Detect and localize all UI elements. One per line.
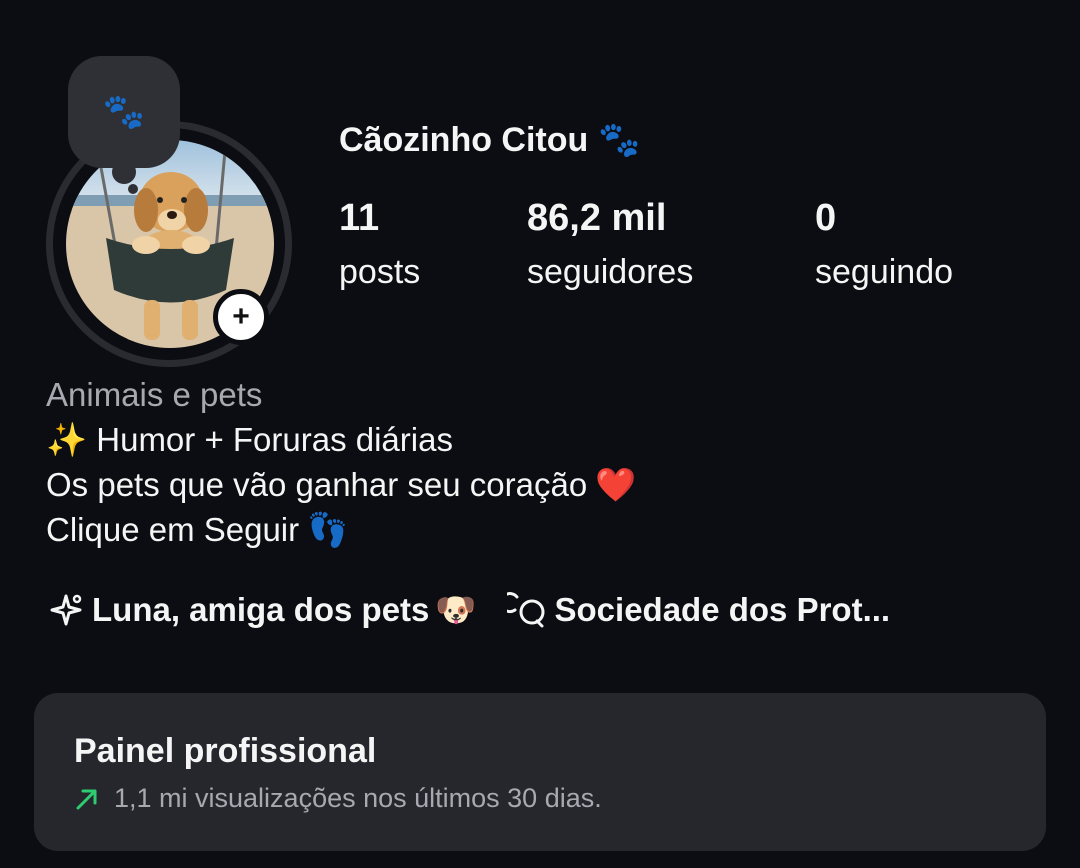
bio-line-2: Os pets que vão ganhar seu coração ❤️ — [46, 462, 636, 507]
dashboard-subtitle: 1,1 mi visualizações nos últimos 30 dias… — [74, 783, 1006, 814]
ai-chat-label: Luna, amiga dos pets — [92, 591, 430, 628]
posts-count: 11 — [339, 197, 380, 239]
plus-icon: + — [232, 300, 250, 333]
profile-page: 🐾 + Cãozinho Citou 🐾 11 posts 86,2 mil s… — [0, 0, 1080, 868]
bio-line-1-text: ✨ Humor + Foruras diárias — [46, 421, 453, 458]
bio-line-3-text: Clique em Seguir — [46, 511, 300, 548]
profile-name-text: Cãozinho Citou — [339, 120, 589, 159]
channel-label: Sociedade dos Prot... — [554, 591, 891, 628]
note-bubble-tail-small — [128, 184, 138, 194]
add-story-button[interactable]: + — [213, 289, 269, 345]
paw-icon: 🐾 — [102, 93, 146, 131]
heart-icon: ❤️ — [595, 466, 637, 503]
followers-count: 86,2 mil — [527, 197, 667, 239]
bio: Animais e pets ✨ Humor + Foruras diárias… — [46, 372, 636, 552]
bio-line-2-text: Os pets que vão ganhar seu coração — [46, 466, 588, 503]
following-count: 0 — [815, 197, 837, 239]
footprints-icon: 👣 — [307, 511, 349, 548]
bio-line-1: ✨ Humor + Foruras diárias — [46, 417, 636, 462]
note-bubble[interactable]: 🐾 — [68, 56, 180, 168]
posts-label: posts — [339, 253, 421, 291]
ai-chat-link[interactable]: Luna, amiga dos pets 🐶 — [46, 590, 477, 630]
profile-name: Cãozinho Citou 🐾 — [339, 120, 641, 160]
following-label: seguindo — [815, 253, 954, 291]
dashboard-subtitle-text: 1,1 mi visualizações nos últimos 30 dias… — [114, 783, 602, 813]
dog-icon: 🐶 — [435, 590, 477, 628]
professional-dashboard[interactable]: Painel profissional 1,1 mi visualizações… — [34, 693, 1046, 851]
stat-posts[interactable]: 11 posts — [339, 194, 420, 294]
dashboard-title: Painel profissional — [74, 732, 377, 770]
bio-line-3: Clique em Seguir 👣 — [46, 507, 636, 552]
channel-icon — [506, 592, 544, 628]
channel-link[interactable]: Sociedade dos Prot... — [506, 590, 891, 630]
stat-followers[interactable]: 86,2 mil seguidores — [527, 194, 693, 294]
note-bubble-tail — [112, 160, 136, 184]
profile-links: Luna, amiga dos pets 🐶 Sociedade dos Pro… — [46, 590, 890, 630]
followers-label: seguidores — [527, 253, 694, 291]
sparkle-icon — [50, 594, 82, 626]
stat-following[interactable]: 0 seguindo — [815, 194, 953, 294]
paw-icon: 🐾 — [598, 121, 641, 159]
trend-up-icon — [76, 789, 97, 809]
profile-category: Animais e pets — [46, 376, 263, 413]
